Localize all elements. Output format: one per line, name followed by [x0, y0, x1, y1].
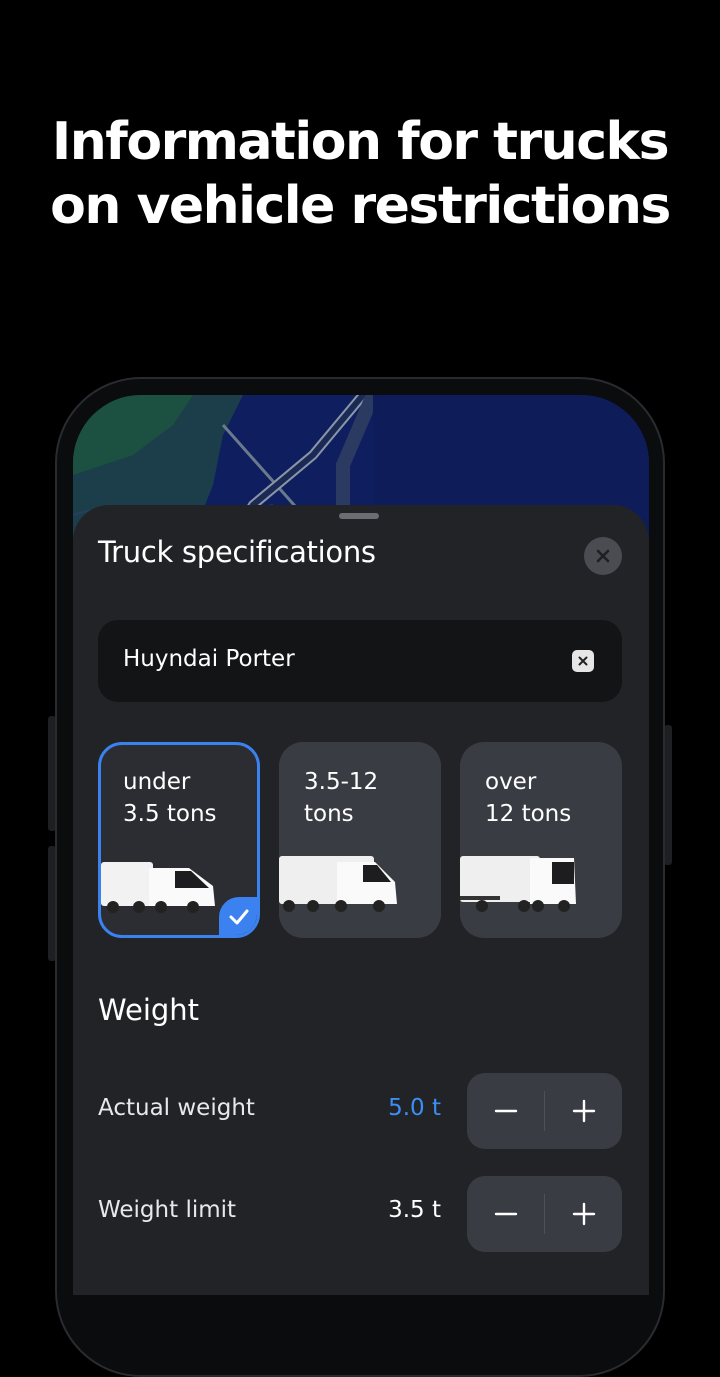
weight-limit-stepper [467, 1176, 622, 1252]
phone-side-button-right [664, 725, 672, 865]
weight-section-title: Weight [98, 993, 200, 1027]
plus-icon [572, 1099, 595, 1123]
actual-weight-stepper [467, 1073, 622, 1149]
headline: Information for trucks on vehicle restri… [0, 110, 720, 238]
actual-weight-decrease-button[interactable] [467, 1073, 544, 1149]
close-icon [596, 549, 610, 563]
headline-line-2: on vehicle restrictions [50, 176, 671, 236]
sheet-grabber[interactable] [339, 513, 379, 519]
minus-icon [494, 1212, 517, 1216]
weight-limit-label: Weight limit [98, 1197, 237, 1223]
vehicle-model-field[interactable]: Huyndai Porter [98, 620, 622, 702]
vehicle-class-over-12[interactable]: over 12 tons [460, 742, 622, 938]
vehicle-model-value[interactable]: Huyndai Porter [123, 646, 295, 672]
weight-limit-value: 3.5 t [388, 1197, 441, 1223]
vehicle-class-label: 3.5-12 tons [304, 769, 379, 827]
bottom-sheet: Truck specifications Huyndai Porter unde… [73, 505, 649, 1295]
clear-icon[interactable] [572, 650, 594, 672]
close-button[interactable] [584, 537, 622, 575]
truck-icon [279, 856, 397, 912]
actual-weight-increase-button[interactable] [545, 1073, 622, 1149]
check-icon [229, 909, 249, 925]
vehicle-class-selector: under 3.5 tons 3.5-12 tons over 12 tons [98, 742, 622, 938]
actual-weight-value: 5.0 t [388, 1095, 441, 1121]
headline-line-1: Information for trucks [51, 112, 670, 172]
phone-screen: Truck specifications Huyndai Porter unde… [73, 395, 649, 1295]
weight-limit-decrease-button[interactable] [467, 1176, 544, 1252]
minus-icon [494, 1109, 517, 1113]
actual-weight-label: Actual weight [98, 1095, 255, 1121]
vehicle-class-label: over 12 tons [485, 769, 572, 827]
truck-icon [101, 862, 215, 913]
truck-icon [460, 856, 576, 912]
weight-limit-increase-button[interactable] [545, 1176, 622, 1252]
vehicle-class-label: under 3.5 tons [123, 769, 217, 827]
selected-check [219, 897, 257, 935]
vehicle-class-3-5-12[interactable]: 3.5-12 tons [279, 742, 441, 938]
vehicle-class-under-3-5[interactable]: under 3.5 tons [98, 742, 260, 938]
plus-icon [572, 1202, 595, 1226]
sheet-title: Truck specifications [98, 535, 376, 569]
